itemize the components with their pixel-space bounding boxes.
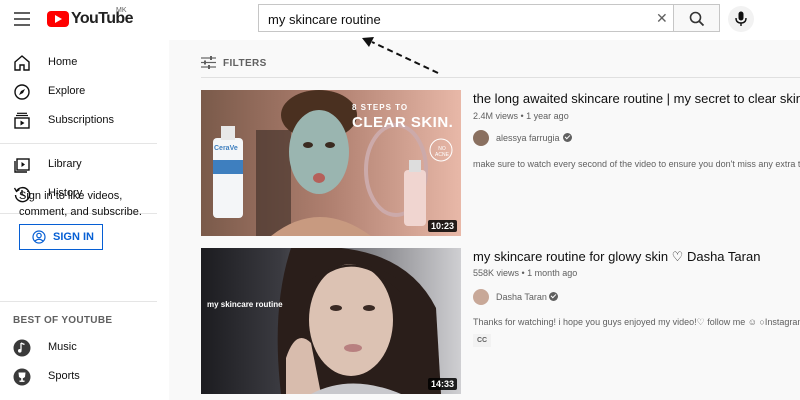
- compass-icon: [14, 84, 30, 100]
- sidebar-item-label: Home: [48, 56, 78, 68]
- sidebar-item-subscriptions[interactable]: Subscriptions: [0, 107, 169, 135]
- library-icon: [14, 158, 30, 173]
- sidebar-item-label: Music: [48, 341, 77, 353]
- search-query[interactable]: my skincare routine: [268, 12, 381, 27]
- thumbnail-text-small: 8 STEPS TO: [352, 103, 409, 112]
- youtube-play-icon: [47, 11, 69, 27]
- thumbnail-bottle-label: CeraVe: [214, 145, 238, 152]
- sidebar-item-label: Library: [48, 158, 82, 170]
- sign-in-label: SIGN IN: [53, 231, 94, 243]
- channel-name[interactable]: Dasha Taran: [496, 292, 547, 302]
- video-thumbnail[interactable]: my skincare routine 14:33: [201, 248, 461, 394]
- thumbnail-badge: NO ACNE: [435, 146, 449, 158]
- menu-icon[interactable]: [14, 12, 30, 26]
- filters-label: FILTERS: [223, 58, 267, 69]
- trophy-icon: [13, 368, 31, 386]
- sidebar-item-label: Subscriptions: [48, 114, 115, 126]
- divider: [0, 143, 157, 144]
- country-code: MK: [116, 7, 127, 14]
- sidebar-item-home[interactable]: Home: [0, 49, 169, 77]
- search-button[interactable]: [674, 4, 720, 32]
- divider: [0, 301, 157, 302]
- microphone-icon: [735, 11, 747, 26]
- sidebar-item-explore[interactable]: Explore: [0, 78, 169, 106]
- video-title[interactable]: my skincare routine for glowy skin ♡ Das…: [473, 249, 760, 265]
- sidebar-item-music[interactable]: Music: [0, 334, 169, 362]
- video-meta: 2.4M views • 1 year ago: [473, 111, 569, 121]
- video-thumbnail[interactable]: 8 STEPS TO CLEAR SKIN. NO ACNE CeraVe 10…: [201, 90, 461, 236]
- avatar[interactable]: [473, 289, 489, 305]
- home-icon: [14, 55, 30, 71]
- signin-prompt: Sign in to like videos, comment, and sub…: [19, 190, 142, 218]
- video-description: make sure to watch every second of the v…: [473, 159, 800, 169]
- sidebar-item-label: Explore: [48, 85, 86, 97]
- closed-captions-badge: CC: [473, 334, 491, 347]
- video-meta: 558K views • 1 month ago: [473, 268, 578, 278]
- sign-in-button[interactable]: SIGN IN: [19, 224, 103, 250]
- thumbnail-image: [201, 90, 461, 236]
- music-icon: [13, 339, 31, 357]
- verified-icon: [549, 292, 558, 301]
- search-input[interactable]: my skincare routine ✕: [258, 4, 674, 32]
- verified-icon: [563, 133, 572, 142]
- divider: [201, 77, 800, 78]
- sidebar-item-sports[interactable]: Sports: [0, 363, 169, 391]
- account-icon: [32, 230, 46, 244]
- channel-name[interactable]: alessya farrugia: [496, 133, 560, 143]
- thumbnail-image: [201, 248, 461, 394]
- section-heading: BEST OF YOUTUBE: [13, 315, 113, 326]
- close-icon[interactable]: ✕: [656, 11, 668, 25]
- thumbnail-text-big: CLEAR SKIN.: [352, 114, 454, 131]
- video-duration: 14:33: [427, 378, 457, 390]
- video-description: Thanks for watching! i hope you guys enj…: [473, 317, 800, 327]
- subscriptions-icon: [14, 112, 30, 129]
- sidebar-item-label: Sports: [48, 370, 80, 382]
- search-icon: [689, 11, 705, 27]
- thumbnail-text: my skincare routine: [207, 300, 283, 309]
- filters-icon: [201, 56, 216, 69]
- avatar[interactable]: [473, 130, 489, 146]
- voice-search-button[interactable]: [728, 6, 754, 32]
- sidebar-item-library[interactable]: Library: [0, 151, 169, 179]
- masthead: YouTube MK my skincare routine ✕: [0, 0, 800, 40]
- video-duration: 10:23: [427, 220, 457, 232]
- video-title[interactable]: the long awaited skincare routine | my s…: [473, 91, 800, 106]
